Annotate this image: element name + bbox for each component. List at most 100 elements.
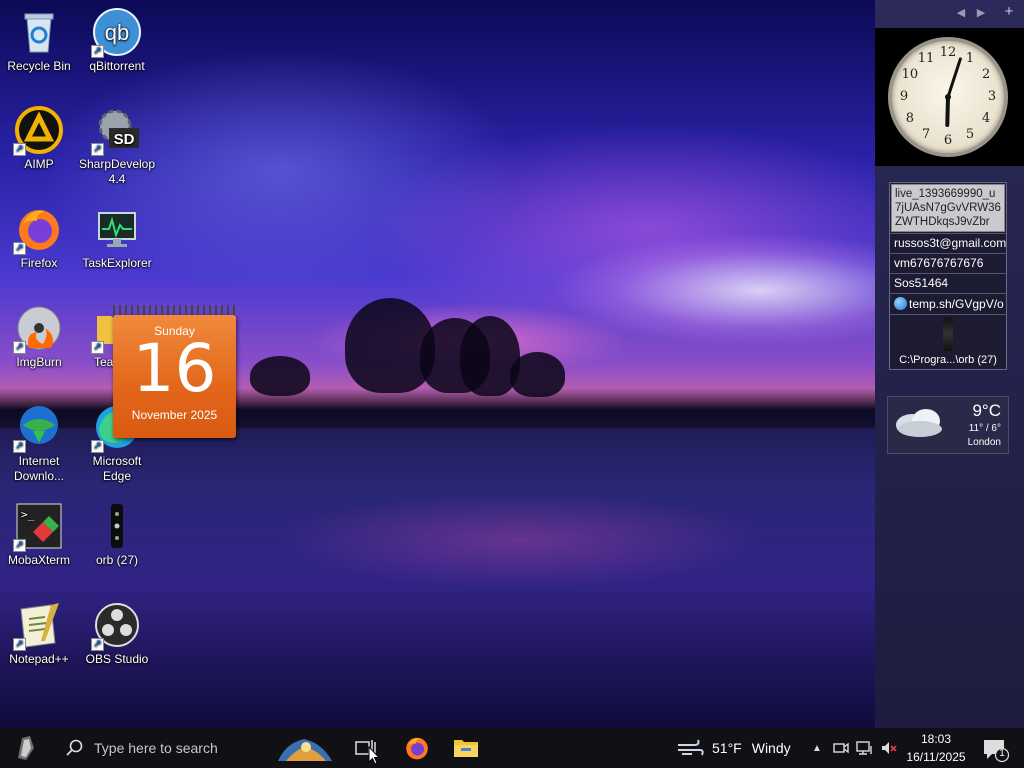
desktop-icon-recycle-bin[interactable]: Recycle Bin [0, 8, 78, 74]
clock-gadget[interactable]: 12 1 2 3 4 5 6 7 8 9 10 11 [875, 28, 1024, 166]
clock-hour-hand [945, 95, 950, 127]
notification-center-button[interactable]: 1 [978, 728, 1012, 768]
taskbar-file-explorer-button[interactable] [442, 728, 490, 768]
shortcut-arrow-icon: ↗ [91, 638, 104, 651]
clock-numeral: 9 [899, 89, 909, 104]
weather-temperature: 9°C [972, 401, 1001, 420]
taskbar: Type here to search 51°F Windy ▲ 18:03 1… [0, 728, 1024, 768]
desktop-icon-label: TaskExplorer [82, 256, 152, 270]
shortcut-arrow-icon: ↗ [91, 341, 104, 354]
svg-text:SD: SD [114, 131, 135, 148]
start-icon [18, 736, 34, 760]
network-icon [856, 741, 872, 755]
desktop-icon-taskexplorer[interactable]: TaskExplorer [78, 205, 156, 271]
note-link-text: temp.sh/GVgpV/o [909, 297, 1004, 311]
desktop-icon-label: qBittorrent [89, 59, 145, 73]
taskbar-clock[interactable]: 18:03 16/11/2025 [900, 728, 972, 768]
firefox-icon: ↗ [13, 205, 63, 255]
calendar-day-number: 16 [132, 330, 217, 407]
wallpaper-tree [250, 356, 310, 396]
recycle-bin-icon [15, 8, 63, 56]
taskbar-task-view-button[interactable] [342, 728, 390, 768]
shortcut-arrow-icon: ↗ [13, 638, 26, 651]
svg-text:>_: >_ [21, 508, 35, 521]
clock-numeral: 6 [943, 133, 953, 148]
calendar-gadget[interactable]: Sunday 16 November 2025 [113, 305, 236, 438]
shortcut-arrow-icon: ↗ [13, 341, 26, 354]
desktop-icon-obs[interactable]: ↗ OBS Studio [78, 601, 156, 667]
clock-numeral: 2 [981, 67, 991, 82]
clock-numeral: 8 [905, 111, 915, 126]
note-row-link[interactable]: temp.sh/GVgpV/o [890, 293, 1006, 314]
tray-meet-icon[interactable] [830, 728, 852, 768]
weather-range: 11° / 6° [968, 423, 1001, 434]
shortcut-arrow-icon: ↗ [13, 242, 26, 255]
svg-text:qb: qb [105, 20, 129, 45]
tray-overflow-button[interactable]: ▲ [806, 728, 828, 768]
shortcut-arrow-icon: ↗ [91, 45, 104, 58]
shortcut-arrow-icon: ↗ [91, 440, 104, 453]
camera-icon [833, 742, 849, 754]
weather-city: London [967, 437, 1001, 448]
desktop-icon-internet-download-manager[interactable]: ↗ Internet Downlo... [0, 403, 78, 484]
obs-icon: ↗ [91, 601, 141, 651]
sidebar-prev-button[interactable]: ◀ [953, 6, 969, 19]
search-icon [66, 739, 83, 756]
aimp-icon: ↗ [13, 106, 63, 156]
clock-numeral: 4 [981, 111, 991, 126]
desktop-icon-orb[interactable]: orb (27) [78, 502, 156, 568]
notepadpp-icon: ↗ [13, 601, 63, 651]
weather-gadget[interactable]: 9°C 11° / 6° London [887, 396, 1009, 454]
desktop-icon-label: Recycle Bin [7, 59, 71, 73]
taskbar-widgets-button[interactable] [276, 728, 334, 768]
orb-icon [93, 502, 141, 550]
desktop-icon-mobaxterm[interactable]: >_ ↗ MobaXterm [0, 502, 78, 568]
note-orb-path: C:\Progra...\orb (27) [899, 354, 997, 366]
clock-minute-hand [946, 57, 962, 99]
shortcut-arrow-icon: ↗ [91, 143, 104, 156]
desktop-icon-label: MobaXterm [7, 553, 71, 567]
desktop-icon-aimp[interactable]: ↗ AIMP [0, 106, 78, 172]
desktop-icon-qbittorrent[interactable]: qb ↗ qBittorrent [78, 8, 156, 74]
desktop-icon-label: ImgBurn [16, 355, 62, 369]
search-placeholder: Type here to search [94, 740, 218, 756]
desktop-icon-label: Microsoft Edge [92, 454, 142, 483]
notes-gadget[interactable]: live_1393669990_u7jUAsN7gGvVRW36ZWTHDkqs… [889, 182, 1007, 370]
shortcut-arrow-icon: ↗ [13, 539, 26, 552]
volume-muted-icon [882, 742, 897, 754]
orb-icon [943, 317, 953, 351]
firefox-icon [406, 737, 428, 760]
desktop-icon-label: Internet Downlo... [13, 454, 65, 483]
desktop-icon-label: Firefox [20, 256, 58, 270]
taskbar-weather-widget[interactable]: 51°F Windy [676, 728, 802, 768]
note-row-email[interactable]: russos3t@gmail.com [890, 233, 1006, 253]
clock-numeral: 11 [917, 50, 935, 66]
taskbar-search-box[interactable]: Type here to search [52, 728, 274, 768]
taskbar-date: 16/11/2025 [906, 750, 966, 764]
taskbar-time: 18:03 [920, 732, 952, 746]
note-selected-text[interactable]: live_1393669990_u7jUAsN7gGvVRW36ZWTHDkqs… [891, 184, 1005, 232]
note-row-code[interactable]: vm67676767676 [890, 253, 1006, 273]
internet-download-manager-icon: ↗ [13, 403, 63, 453]
calendar-page: Sunday 16 November 2025 [113, 315, 236, 438]
desktop-icon-sharpdevelop[interactable]: SD ↗ SharpDevelop 4.4 [78, 106, 156, 187]
taskbar-firefox-button[interactable] [393, 728, 441, 768]
clock-center-pin [945, 94, 951, 100]
sidebar-add-button[interactable]: + [1001, 3, 1017, 20]
tray-volume-icon[interactable] [878, 728, 900, 768]
clock-numeral: 10 [901, 67, 919, 82]
qbittorrent-icon: qb ↗ [91, 8, 141, 58]
taskbar-weather-temp: 51°F [712, 740, 742, 756]
note-row-orb-shortcut[interactable]: C:\Progra...\orb (27) [890, 314, 1006, 366]
sharpdevelop-icon: SD ↗ [91, 106, 141, 156]
tray-network-icon[interactable] [854, 728, 876, 768]
start-button[interactable] [0, 728, 52, 768]
clock-numeral: 12 [939, 45, 957, 60]
desktop-icon-notepadpp[interactable]: ↗ Notepad++ [0, 601, 78, 667]
note-row-password[interactable]: Sos51464 [890, 273, 1006, 293]
desktop-icon-firefox[interactable]: ↗ Firefox [0, 205, 78, 271]
globe-icon [894, 297, 907, 310]
shortcut-arrow-icon: ↗ [13, 143, 26, 156]
sidebar-next-button[interactable]: ▶ [973, 6, 989, 19]
desktop-icon-imgburn[interactable]: ↗ ImgBurn [0, 304, 78, 370]
